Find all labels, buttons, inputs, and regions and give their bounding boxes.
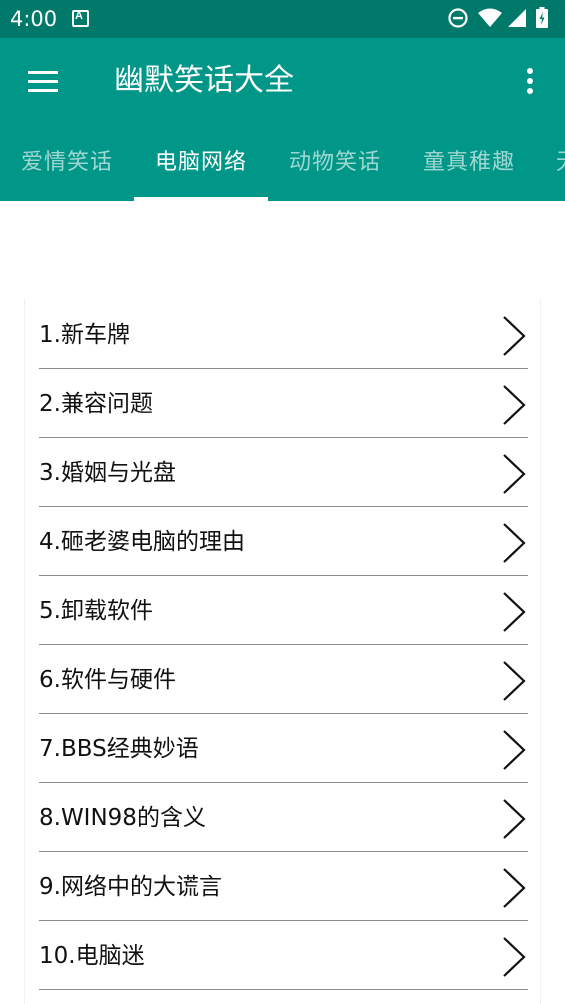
- cell-signal-icon: [508, 9, 526, 27]
- list-item[interactable]: 6.软件与硬件: [39, 645, 528, 714]
- list-item-label: 4.砸老婆电脑的理由: [39, 529, 245, 555]
- list-item[interactable]: 1.新车牌: [39, 300, 528, 369]
- joke-list: 1.新车牌 2.兼容问题 3.婚姻与光盘 4.砸老婆电脑的理由 5.卸载软件 6…: [24, 300, 541, 1004]
- list-item-label: 10.电脑迷: [39, 943, 145, 969]
- chevron-right-icon: [503, 523, 526, 563]
- list-item[interactable]: 5.卸载软件: [39, 576, 528, 645]
- list-item-label: 8.WIN98的含义: [39, 805, 206, 831]
- list-item[interactable]: 9.网络中的大谎言: [39, 852, 528, 921]
- tab-computer-network[interactable]: 电脑网络: [134, 131, 268, 201]
- tab-childish-fun[interactable]: 童真稚趣: [402, 131, 536, 201]
- list-item-label: 3.婚姻与光盘: [39, 460, 176, 486]
- list-item-label: 2.兼容问题: [39, 391, 153, 417]
- app-bar: 幽默笑话大全 爱情笑话 电脑网络 动物笑话 童真稚趣 无: [0, 38, 565, 201]
- list-item[interactable]: 2.兼容问题: [39, 369, 528, 438]
- list-item-label: 9.网络中的大谎言: [39, 874, 222, 900]
- notification-icon-letter: A: [75, 10, 83, 22]
- list-item[interactable]: 10.电脑迷: [39, 921, 528, 990]
- list-item[interactable]: 8.WIN98的含义: [39, 783, 528, 852]
- notification-icon: A: [72, 10, 89, 27]
- status-time: 4:00: [10, 7, 58, 31]
- chevron-right-icon: [503, 385, 526, 425]
- list-item[interactable]: 4.砸老婆电脑的理由: [39, 507, 528, 576]
- tab-more[interactable]: 无: [536, 131, 565, 201]
- do-not-disturb-icon: [448, 8, 468, 28]
- wifi-icon: [478, 8, 502, 27]
- chevron-right-icon: [503, 799, 526, 839]
- tab-love-jokes[interactable]: 爱情笑话: [0, 131, 134, 201]
- list-item-label: 5.卸载软件: [39, 598, 153, 624]
- list-item-label: 6.软件与硬件: [39, 667, 176, 693]
- tab-indicator: [134, 197, 268, 201]
- chevron-right-icon: [503, 661, 526, 701]
- list-item[interactable]: 3.婚姻与光盘: [39, 438, 528, 507]
- list-item[interactable]: 7.BBS经典妙语: [39, 714, 528, 783]
- list-item-label: 1.新车牌: [39, 322, 130, 348]
- chevron-right-icon: [503, 592, 526, 632]
- app-title: 幽默笑话大全: [114, 63, 294, 98]
- chevron-right-icon: [503, 868, 526, 908]
- battery-icon: [536, 7, 548, 28]
- tab-animal-jokes[interactable]: 动物笑话: [268, 131, 402, 201]
- status-bar: 4:00 A: [0, 0, 565, 38]
- chevron-right-icon: [503, 316, 526, 356]
- chevron-right-icon: [503, 937, 526, 977]
- list-item-label: 7.BBS经典妙语: [39, 736, 199, 762]
- category-tabs: 爱情笑话 电脑网络 动物笑话 童真稚趣 无: [0, 131, 565, 201]
- chevron-right-icon: [503, 730, 526, 770]
- overflow-menu-button[interactable]: [518, 64, 542, 98]
- chevron-right-icon: [503, 454, 526, 494]
- menu-button[interactable]: [26, 68, 62, 94]
